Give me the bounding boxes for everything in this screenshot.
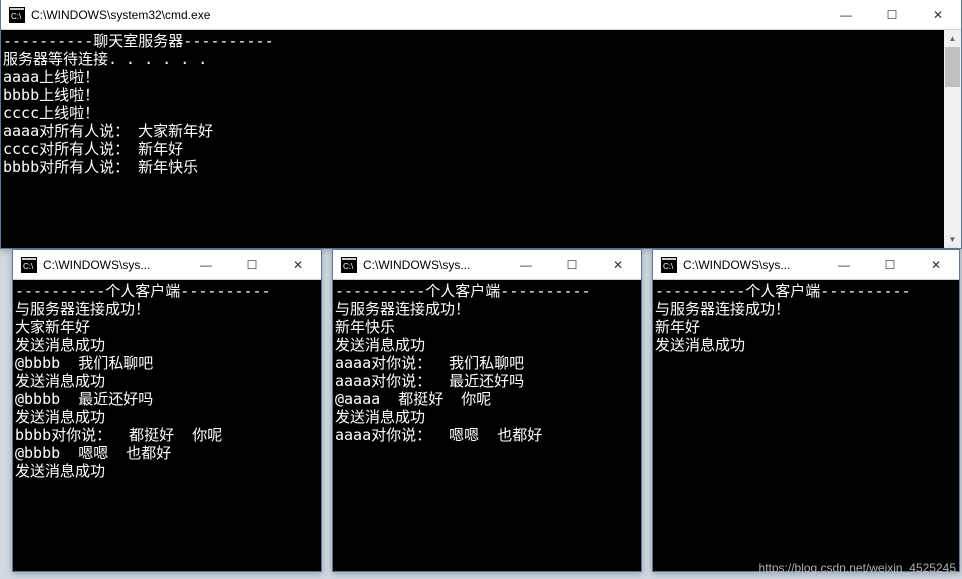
- window-control-buttons: — ☐ ✕: [821, 250, 959, 279]
- titlebar[interactable]: C:\ C:\WINDOWS\sys... — ☐ ✕: [13, 250, 321, 280]
- window-title: C:\WINDOWS\sys...: [683, 258, 821, 272]
- console-line: 发送消息成功: [335, 336, 641, 354]
- vertical-scrollbar[interactable]: ▲ ▼: [944, 30, 961, 248]
- titlebar[interactable]: C:\ C:\WINDOWS\sys... — ☐ ✕: [653, 250, 959, 280]
- console-line: @aaaa 都挺好 你呢: [335, 390, 641, 408]
- cmd-icon: C:\: [21, 257, 37, 273]
- window-control-buttons: — ☐ ✕: [823, 0, 961, 29]
- console-line: 发送消息成功: [655, 336, 959, 354]
- console-line: 新年快乐: [335, 318, 641, 336]
- console-line: aaaa对你说： 最近还好吗: [335, 372, 641, 390]
- cmd-icon: C:\: [341, 257, 357, 273]
- console-line: 发送消息成功: [15, 336, 321, 354]
- console-line: ----------个人客户端----------: [335, 282, 641, 300]
- minimize-button[interactable]: —: [503, 250, 549, 279]
- close-button[interactable]: ✕: [275, 250, 321, 279]
- svg-text:C:\: C:\: [11, 12, 22, 21]
- window-control-buttons: — ☐ ✕: [183, 250, 321, 279]
- console-output: ----------个人客户端----------与服务器连接成功！新年好发送消…: [653, 280, 959, 354]
- console-line: ----------聊天室服务器----------: [3, 32, 961, 50]
- svg-text:C:\: C:\: [23, 262, 34, 271]
- console-line: aaaa对你说： 我们私聊吧: [335, 354, 641, 372]
- console-line: aaaa上线啦！: [3, 68, 961, 86]
- titlebar[interactable]: C:\ C:\WINDOWS\system32\cmd.exe — ☐ ✕: [1, 0, 961, 30]
- minimize-button[interactable]: —: [823, 0, 869, 29]
- console-line: aaaa对所有人说： 大家新年好: [3, 122, 961, 140]
- console-line: 与服务器连接成功！: [15, 300, 321, 318]
- console-line: bbbb上线啦！: [3, 86, 961, 104]
- console-line: @bbbb 我们私聊吧: [15, 354, 321, 372]
- window-title: C:\WINDOWS\sys...: [43, 258, 183, 272]
- console-line: @bbbb 嗯嗯 也都好: [15, 444, 321, 462]
- cmd-window-client-b: C:\ C:\WINDOWS\sys... — ☐ ✕ ----------个人…: [332, 249, 642, 572]
- console-body[interactable]: ----------聊天室服务器----------服务器等待连接. . . .…: [1, 30, 961, 248]
- cmd-window-client-c: C:\ C:\WINDOWS\sys... — ☐ ✕ ----------个人…: [652, 249, 960, 572]
- watermark-text: https://blog.csdn.net/weixin_4525245: [759, 561, 956, 575]
- console-line: 与服务器连接成功！: [655, 300, 959, 318]
- console-line: @bbbb 最近还好吗: [15, 390, 321, 408]
- console-output: ----------个人客户端----------与服务器连接成功！新年快乐发送…: [333, 280, 641, 444]
- cmd-window-client-a: C:\ C:\WINDOWS\sys... — ☐ ✕ ----------个人…: [12, 249, 322, 572]
- console-line: 发送消息成功: [15, 372, 321, 390]
- console-line: aaaa对你说： 嗯嗯 也都好: [335, 426, 641, 444]
- console-line: bbbb对你说： 都挺好 你呢: [15, 426, 321, 444]
- console-line: 大家新年好: [15, 318, 321, 336]
- svg-text:C:\: C:\: [343, 262, 354, 271]
- close-button[interactable]: ✕: [915, 0, 961, 29]
- maximize-button[interactable]: ☐: [549, 250, 595, 279]
- scroll-up-icon[interactable]: ▲: [944, 30, 961, 47]
- cmd-icon: C:\: [9, 7, 25, 23]
- close-button[interactable]: ✕: [595, 250, 641, 279]
- scroll-track[interactable]: [944, 47, 961, 231]
- console-line: cccc上线啦！: [3, 104, 961, 122]
- minimize-button[interactable]: —: [183, 250, 229, 279]
- console-line: 与服务器连接成功！: [335, 300, 641, 318]
- console-line: cccc对所有人说： 新年好: [3, 140, 961, 158]
- window-control-buttons: — ☐ ✕: [503, 250, 641, 279]
- console-line: 发送消息成功: [15, 462, 321, 480]
- maximize-button[interactable]: ☐: [869, 0, 915, 29]
- scroll-thumb[interactable]: [945, 47, 960, 87]
- close-button[interactable]: ✕: [913, 250, 959, 279]
- console-body[interactable]: ----------个人客户端----------与服务器连接成功！新年好发送消…: [653, 280, 959, 571]
- console-line: 服务器等待连接. . . . . .: [3, 50, 961, 68]
- console-line: 发送消息成功: [15, 408, 321, 426]
- scroll-down-icon[interactable]: ▼: [944, 231, 961, 248]
- console-output: ----------个人客户端----------与服务器连接成功！大家新年好发…: [13, 280, 321, 480]
- console-line: 新年好: [655, 318, 959, 336]
- console-line: bbbb对所有人说： 新年快乐: [3, 158, 961, 176]
- console-line: ----------个人客户端----------: [655, 282, 959, 300]
- console-body[interactable]: ----------个人客户端----------与服务器连接成功！新年快乐发送…: [333, 280, 641, 571]
- svg-text:C:\: C:\: [663, 262, 674, 271]
- console-line: 发送消息成功: [335, 408, 641, 426]
- window-title: C:\WINDOWS\system32\cmd.exe: [31, 8, 823, 22]
- maximize-button[interactable]: ☐: [229, 250, 275, 279]
- cmd-icon: C:\: [661, 257, 677, 273]
- console-body[interactable]: ----------个人客户端----------与服务器连接成功！大家新年好发…: [13, 280, 321, 571]
- window-title: C:\WINDOWS\sys...: [363, 258, 503, 272]
- console-line: ----------个人客户端----------: [15, 282, 321, 300]
- minimize-button[interactable]: —: [821, 250, 867, 279]
- maximize-button[interactable]: ☐: [867, 250, 913, 279]
- titlebar[interactable]: C:\ C:\WINDOWS\sys... — ☐ ✕: [333, 250, 641, 280]
- console-output: ----------聊天室服务器----------服务器等待连接. . . .…: [1, 30, 961, 176]
- cmd-window-server: C:\ C:\WINDOWS\system32\cmd.exe — ☐ ✕ --…: [0, 0, 962, 249]
